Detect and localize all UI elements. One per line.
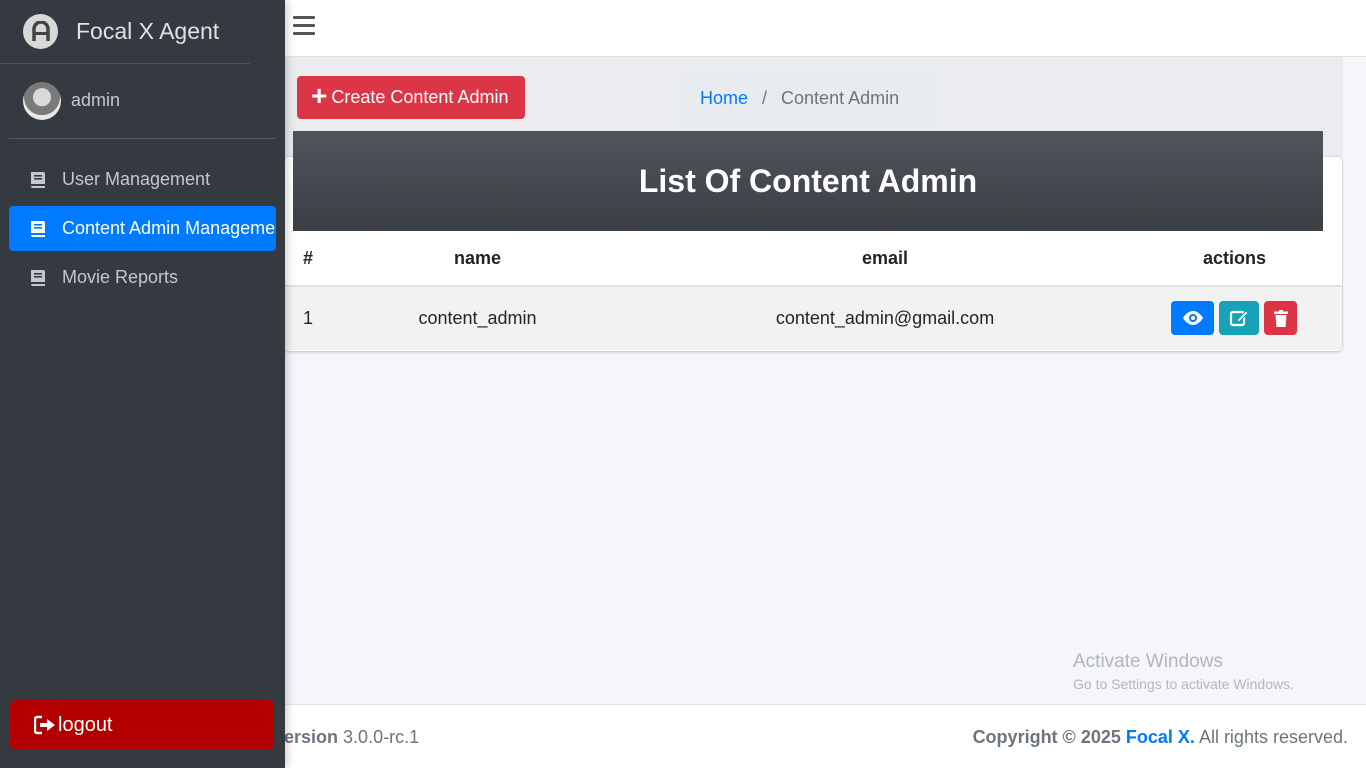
column-header-number: # [303, 247, 314, 268]
content-wrapper: + Create Content Admin Home / Content Ad… [285, 57, 1366, 704]
watermark-title: Activate Windows [1073, 651, 1223, 672]
user-panel: admin [9, 64, 276, 139]
row-name: content_admin [418, 308, 537, 328]
column-header-email: email [861, 247, 909, 268]
sidebar-item-label: Content Admin Management [62, 218, 276, 238]
edit-icon [1229, 310, 1249, 327]
brand-name: Focal X Agent [76, 18, 220, 44]
view-button[interactable] [1171, 301, 1214, 335]
book-icon [31, 171, 45, 188]
watermark-subtitle: Go to Settings to activate Windows. [1073, 676, 1294, 692]
brand-link[interactable]: Focal X Agent [0, 0, 250, 64]
brand-logo-icon [23, 14, 58, 49]
table-header-row: # name email actions [285, 231, 1342, 287]
column-header-actions: actions [1202, 247, 1267, 268]
footer: Version 3.0.0-rc.1 Copyright © 2025 Foca… [273, 704, 1366, 768]
version-value: 3.0.0-rc.1 [343, 727, 420, 747]
edit-button[interactable] [1219, 301, 1259, 335]
create-button-label: Create Content Admin [331, 87, 509, 107]
eye-icon [1182, 311, 1203, 325]
user-name[interactable]: admin [71, 90, 120, 111]
top-navbar [285, 0, 1366, 57]
breadcrumb: Home / Content Admin [683, 71, 935, 125]
copyright-prefix: Copyright © 2025 [972, 727, 1121, 747]
card-title: List Of Content Admin [293, 131, 1323, 231]
windows-activation-watermark: Activate Windows Go to Settings to activ… [1073, 651, 1294, 692]
copyright-suffix: All rights reserved. [1198, 727, 1348, 747]
row-number: 1 [303, 308, 314, 328]
logout-icon [34, 715, 55, 735]
footer-version: Version 3.0.0-rc.1 [273, 727, 419, 748]
footer-copyright: Copyright © 2025 Focal X. All rights res… [973, 727, 1348, 748]
breadcrumb-home-link[interactable]: Home [700, 88, 748, 109]
content-admin-card: List Of Content Admin # name email actio… [285, 131, 1342, 351]
sidebar-item-movie-reports[interactable]: Movie Reports [9, 255, 276, 300]
column-header-name: name [453, 247, 502, 268]
trash-icon [1273, 309, 1288, 327]
avatar[interactable] [23, 82, 61, 120]
sidebar-item-label: Movie Reports [62, 267, 179, 287]
logout-button[interactable]: logout [10, 700, 274, 750]
breadcrumb-current: Content Admin [781, 87, 900, 108]
sidebar-item-label: User Management [62, 169, 211, 189]
create-content-admin-button[interactable]: + Create Content Admin [297, 76, 525, 119]
book-icon [31, 220, 45, 237]
breadcrumb-separator: / [762, 87, 768, 108]
row-actions [1171, 301, 1297, 335]
delete-button[interactable] [1264, 301, 1297, 335]
logout-label: logout [58, 713, 113, 736]
hamburger-icon[interactable] [293, 16, 317, 40]
row-email: content_admin@gmail.com [775, 308, 995, 328]
plus-icon: + [311, 80, 328, 111]
table-row: 1 content_admin content_admin@gmail.com [285, 287, 1342, 350]
copyright-brand-link[interactable]: Focal X. [1126, 727, 1195, 747]
sidebar-nav: User Management Content Admin Management… [9, 157, 276, 304]
book-icon [31, 269, 45, 286]
sidebar-item-content-admin-management[interactable]: Content Admin Management [9, 206, 276, 251]
sidebar-item-user-management[interactable]: User Management [9, 157, 276, 202]
sidebar: Focal X Agent admin User Management Cont… [0, 0, 285, 768]
